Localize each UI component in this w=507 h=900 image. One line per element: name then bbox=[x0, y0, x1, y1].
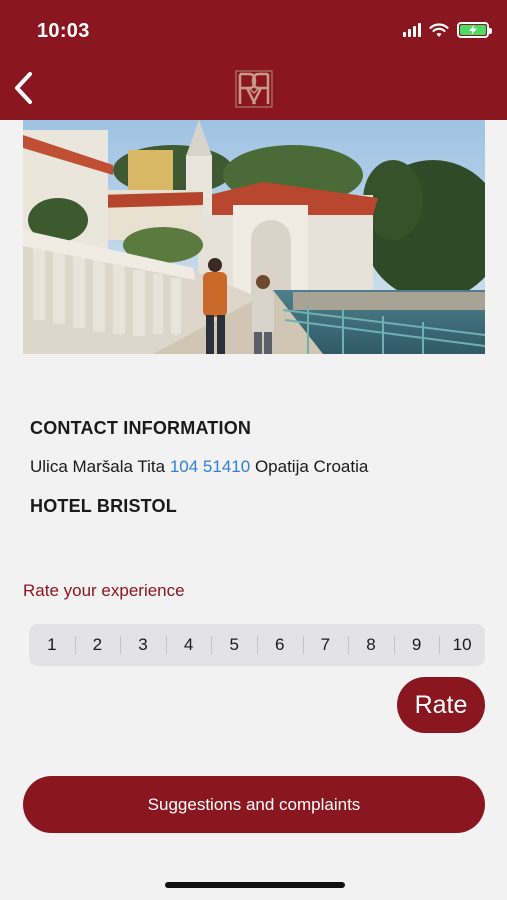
top-app-bar: 10:03 bbox=[0, 0, 507, 120]
hotel-name: HOTEL BRISTOL bbox=[30, 496, 177, 516]
charging-bolt-icon bbox=[469, 25, 477, 35]
rating-option-3[interactable]: 3 bbox=[120, 624, 166, 666]
back-button[interactable] bbox=[10, 68, 42, 108]
address-city: Opatija Croatia bbox=[254, 457, 369, 476]
home-indicator[interactable] bbox=[165, 882, 345, 888]
status-icons bbox=[403, 22, 492, 38]
address-street: Ulica Maršala Tita bbox=[30, 457, 166, 476]
rating-option-6[interactable]: 6 bbox=[256, 624, 303, 666]
rating-option-5[interactable]: 5 bbox=[211, 624, 257, 666]
rating-option-7[interactable]: 7 bbox=[302, 624, 349, 666]
battery-icon bbox=[457, 22, 492, 38]
rating-option-10[interactable]: 10 bbox=[439, 624, 485, 666]
hotel-address: Ulica Maršala Tita 104 51410 Opatija Cro… bbox=[30, 457, 368, 477]
rating-option-4[interactable]: 4 bbox=[165, 624, 212, 666]
status-time: 10:03 bbox=[37, 20, 90, 42]
rating-option-1[interactable]: 1 bbox=[29, 624, 75, 666]
wifi-icon bbox=[429, 22, 449, 37]
hotel-photo bbox=[23, 120, 485, 354]
rate-button[interactable]: Rate bbox=[397, 677, 485, 733]
rating-option-8[interactable]: 8 bbox=[348, 624, 394, 666]
rating-option-2[interactable]: 2 bbox=[74, 624, 121, 666]
phone-link[interactable]: 104 51410 bbox=[170, 457, 250, 476]
chevron-left-icon bbox=[15, 72, 32, 104]
rating-segmented-control: 1 2 3 4 5 6 7 8 9 10 bbox=[29, 624, 485, 666]
contact-information-heading: CONTACT INFORMATION bbox=[30, 418, 252, 438]
rating-option-9[interactable]: 9 bbox=[393, 624, 440, 666]
suggestions-and-complaints-button[interactable]: Suggestions and complaints bbox=[23, 776, 485, 833]
hotel-monogram-logo bbox=[235, 70, 273, 108]
cellular-signal-icon bbox=[403, 23, 421, 37]
rate-experience-label: Rate your experience bbox=[23, 581, 185, 600]
